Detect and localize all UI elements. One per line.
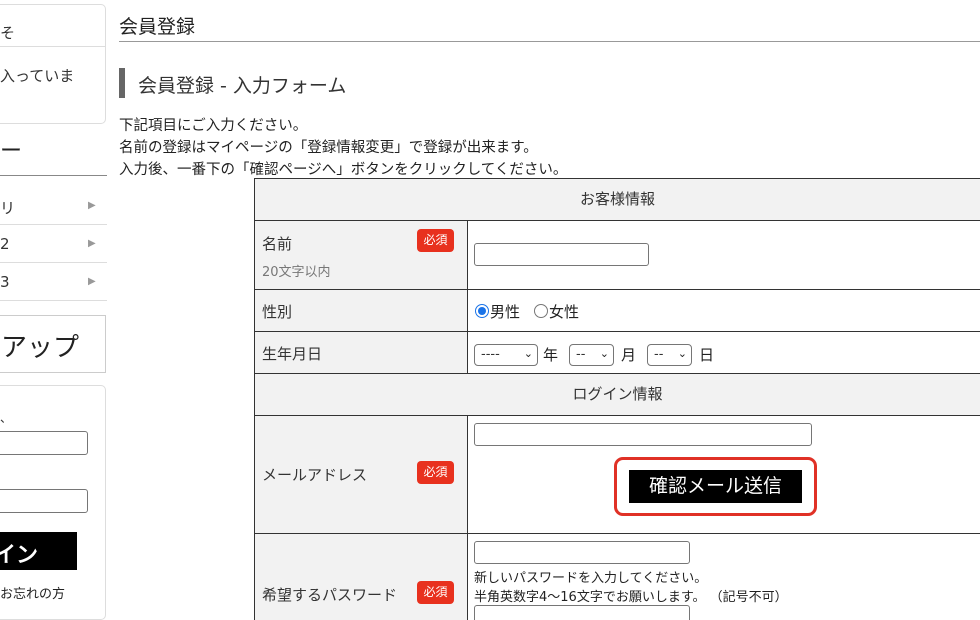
gender-label: 性別 <box>262 303 293 321</box>
gender-female-radio[interactable] <box>534 304 548 318</box>
login-info-header: ログイン情報 <box>255 374 980 416</box>
sidebar-login-password-input[interactable] <box>0 489 88 513</box>
customer-info-header: お客様情報 <box>255 179 980 221</box>
sidebar-info-text-2: 入っていま <box>0 67 75 85</box>
password-input[interactable] <box>474 541 690 564</box>
name-input[interactable] <box>474 243 649 266</box>
sidebar-item-3[interactable]: 3 ▶ <box>0 263 107 301</box>
birth-day-unit: 日 <box>699 346 715 364</box>
birthday-label-cell: 生年月日 <box>255 332 468 374</box>
name-hint: 20文字以内 <box>262 265 331 280</box>
page-title-rule <box>119 41 980 42</box>
gender-female-label: 女性 <box>549 303 580 321</box>
birth-year-select[interactable]: ---- ⌄ <box>474 344 538 366</box>
sidebar-banner[interactable]: アップ <box>0 315 106 373</box>
intro-line-1: 下記項目にご入力ください。 <box>119 118 308 134</box>
page-title: 会員登録 <box>119 16 196 38</box>
sidebar-item-label: 3 <box>0 273 10 291</box>
birth-day-select[interactable]: -- ⌄ <box>647 344 692 366</box>
chevron-down-icon: ⌄ <box>677 347 687 360</box>
sidebar-item-1[interactable]: リ ▶ <box>0 187 107 225</box>
sidebar-login-id-input[interactable] <box>0 431 88 455</box>
sidebar-banner-text: アップ <box>1 333 80 363</box>
password-note-2: 半角英数字4～16文字でお願いします。 （記号不可） <box>474 590 788 605</box>
password-note-1: 新しいパスワードを入力してください。 <box>474 571 708 586</box>
sidebar-info-divider <box>0 46 106 47</box>
birth-year-value: ---- <box>481 347 500 362</box>
sidebar-login-button[interactable]: イン <box>0 532 77 570</box>
triangle-right-icon: ▶ <box>88 238 96 249</box>
sidebar-info-text-1: そ <box>0 24 16 42</box>
password-confirm-input[interactable] <box>474 605 690 620</box>
sidebar-info-box <box>0 4 106 124</box>
birth-month-select[interactable]: -- ⌄ <box>569 344 614 366</box>
triangle-right-icon: ▶ <box>88 200 96 211</box>
sidebar-menu-heading-rule <box>0 175 107 176</box>
sidebar-item-label: リ <box>0 199 16 217</box>
birth-month-unit: 月 <box>621 346 637 364</box>
gender-label-cell: 性別 <box>255 290 468 332</box>
section-title: 会員登録 - 入力フォーム <box>138 75 347 97</box>
intro-line-2: 名前の登録はマイページの「登録情報変更」で登録が出来ます。 <box>119 140 538 156</box>
email-input[interactable] <box>474 423 812 446</box>
sidebar-item-label: 2 <box>0 235 10 253</box>
intro-line-3: 入力後、一番下の「確認ページへ」ボタンをクリックしてください。 <box>119 162 568 178</box>
password-label-cell: 希望するパスワード 必須 <box>255 534 468 620</box>
birth-month-value: -- <box>576 347 586 362</box>
sidebar-login-button-label: イン <box>0 543 39 568</box>
sidebar-login-label: 、 <box>0 411 13 425</box>
chevron-down-icon: ⌄ <box>599 347 609 360</box>
send-confirmation-email-button[interactable]: 確認メール送信 <box>614 457 817 516</box>
birth-year-unit: 年 <box>543 346 559 364</box>
birth-day-value: -- <box>654 347 664 362</box>
required-badge: 必須 <box>417 581 454 604</box>
section-title-bar <box>119 68 125 98</box>
required-badge: 必須 <box>417 461 454 484</box>
required-badge: 必須 <box>417 229 454 252</box>
gender-male-radio[interactable] <box>475 304 489 318</box>
sidebar-item-2[interactable]: 2 ▶ <box>0 225 107 263</box>
send-confirmation-email-label: 確認メール送信 <box>629 470 802 503</box>
email-label: メールアドレス <box>262 466 368 484</box>
chevron-down-icon: ⌄ <box>523 347 533 360</box>
sidebar-menu-heading: ー <box>0 139 23 164</box>
triangle-right-icon: ▶ <box>88 276 96 287</box>
login-info-header-text: ログイン情報 <box>572 385 663 403</box>
forgot-password-link[interactable]: お忘れの方 <box>0 583 65 602</box>
email-label-cell: メールアドレス 必須 <box>255 416 468 534</box>
gender-male-label: 男性 <box>490 303 521 321</box>
name-label-cell: 名前 20文字以内 必須 <box>255 221 468 290</box>
birthday-label: 生年月日 <box>262 345 323 363</box>
name-label: 名前 <box>262 235 293 253</box>
customer-info-header-text: お客様情報 <box>579 190 655 208</box>
password-label: 希望するパスワード <box>262 586 398 604</box>
